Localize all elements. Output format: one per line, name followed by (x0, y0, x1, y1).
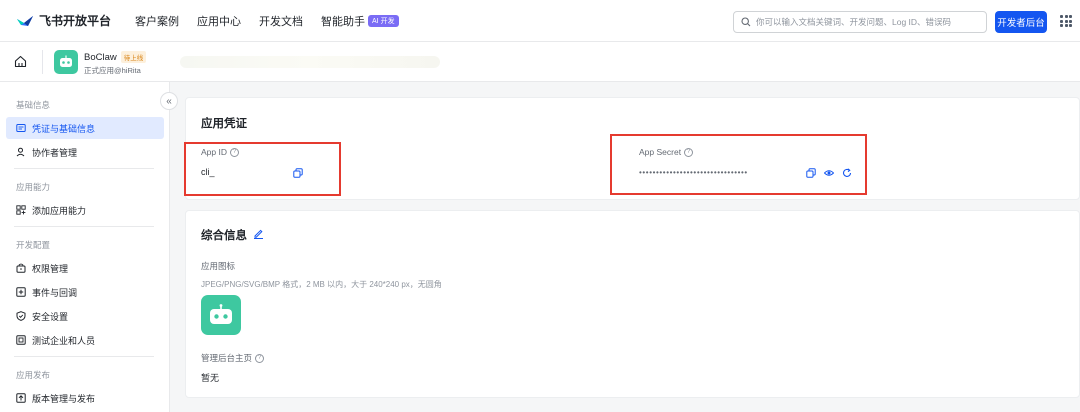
sidebar-item-label: 凭证与基础信息 (32, 123, 96, 134)
feishu-logo-icon (17, 15, 33, 26)
brand-name: 飞书开放平台 (39, 14, 112, 28)
sidebar-item-security[interactable]: 安全设置 (6, 305, 164, 327)
app-icon-label: 应用图标 (201, 261, 236, 271)
nav-link-cases[interactable]: 客户案例 (135, 13, 179, 29)
sidebar-section-capability: 应用能力 (16, 182, 51, 192)
nav-link-assistant-label: 智能助手 (321, 15, 366, 28)
upload-icon (16, 393, 26, 403)
sidebar-item-test-users[interactable]: 测试企业和人员 (6, 329, 164, 351)
app-subtitle: 正式应用@hiRita (84, 66, 141, 75)
help-icon[interactable]: ? (255, 353, 265, 363)
sidebar-divider (14, 356, 154, 357)
app-name-row: BoClaw 待上线 (84, 51, 147, 63)
credential-icon (16, 123, 26, 133)
sidebar-item-collaborators[interactable]: 协作者管理 (6, 141, 164, 163)
test-icon (16, 335, 26, 345)
sidebar-item-label: 版本管理与发布 (32, 393, 96, 404)
sidebar-item-label: 安全设置 (32, 311, 69, 322)
admin-home-label-row: 管理后台主页 ? (201, 352, 265, 364)
sidebar-item-events[interactable]: 事件与回调 (6, 281, 164, 303)
sidebar-section-basic: 基础信息 (16, 100, 51, 110)
app-name: BoClaw (84, 51, 117, 63)
brand[interactable]: 飞书开放平台 (16, 12, 111, 29)
robot-icon (60, 55, 72, 67)
user-icon (16, 147, 26, 157)
admin-home-value: 暂无 (201, 373, 220, 383)
home-icon[interactable] (14, 55, 27, 68)
nav-links: 客户案例 应用中心 开发文档 智能助手 AI 开发 (135, 13, 417, 29)
app-header: BoClaw 待上线 正式应用@hiRita (0, 42, 1080, 82)
admin-home-label: 管理后台主页 (201, 353, 253, 363)
credentials-card: 应用凭证 App ID ? cli_ App Secret ? ••••••••… (184, 97, 1080, 200)
sidebar-item-permissions[interactable]: 权限管理 (6, 257, 164, 279)
nav-link-assistant[interactable]: 智能助手 AI 开发 (321, 13, 399, 29)
top-nav: 飞书开放平台 客户案例 应用中心 开发文档 智能助手 AI 开发 开发者后台 (0, 0, 1080, 42)
credentials-title: 应用凭证 (201, 118, 247, 130)
collapse-sidebar-icon[interactable]: « (160, 92, 178, 110)
robot-icon (210, 304, 232, 324)
sidebar-section-dev-config: 开发配置 (16, 240, 51, 250)
general-info-card: 综合信息 应用图标 JPEG/PNG/SVG/BMP 格式，2 MB 以内，大于… (185, 210, 1080, 398)
app-icon-hint: JPEG/PNG/SVG/BMP 格式，2 MB 以内，大于 240*240 p… (201, 280, 442, 289)
search-box[interactable] (733, 11, 987, 33)
sidebar-item-add-capability[interactable]: 添加应用能力 (6, 199, 164, 221)
nav-link-app-center[interactable]: 应用中心 (197, 13, 241, 29)
event-icon (16, 287, 26, 297)
sidebar-item-label: 测试企业和人员 (32, 335, 96, 346)
sidebar: 基础信息 凭证与基础信息 协作者管理 应用能力 添加应用能力 开发配置 权限管理… (0, 82, 170, 412)
shield-icon (16, 311, 26, 321)
sidebar-item-credentials[interactable]: 凭证与基础信息 (6, 117, 164, 139)
sidebar-item-label: 添加应用能力 (32, 205, 87, 216)
add-capability-icon (16, 205, 26, 215)
sidebar-section-release: 应用发布 (16, 370, 51, 380)
highlight-box-app-id (184, 142, 341, 196)
search-input[interactable] (756, 17, 982, 27)
sidebar-item-label: 事件与回调 (32, 287, 78, 298)
sidebar-divider (14, 226, 154, 227)
lock-icon (16, 263, 26, 273)
app-status-badge: 待上线 (120, 51, 147, 63)
search-icon (741, 17, 751, 27)
apps-grid-icon[interactable] (1060, 15, 1072, 27)
edit-icon[interactable] (253, 228, 264, 239)
header-divider (42, 50, 43, 74)
sidebar-item-label: 权限管理 (32, 263, 69, 274)
app-avatar (54, 50, 78, 74)
developer-console-button[interactable]: 开发者后台 (995, 11, 1047, 33)
nav-link-docs[interactable]: 开发文档 (259, 13, 303, 29)
sidebar-divider (14, 168, 154, 169)
blurred-banner (180, 56, 440, 68)
ai-badge: AI 开发 (368, 14, 399, 27)
app-icon-preview[interactable] (201, 295, 241, 335)
highlight-box-app-secret (610, 134, 867, 195)
sidebar-item-versions[interactable]: 版本管理与发布 (6, 387, 164, 409)
general-info-title: 综合信息 (201, 230, 247, 242)
sidebar-item-label: 协作者管理 (32, 147, 78, 158)
